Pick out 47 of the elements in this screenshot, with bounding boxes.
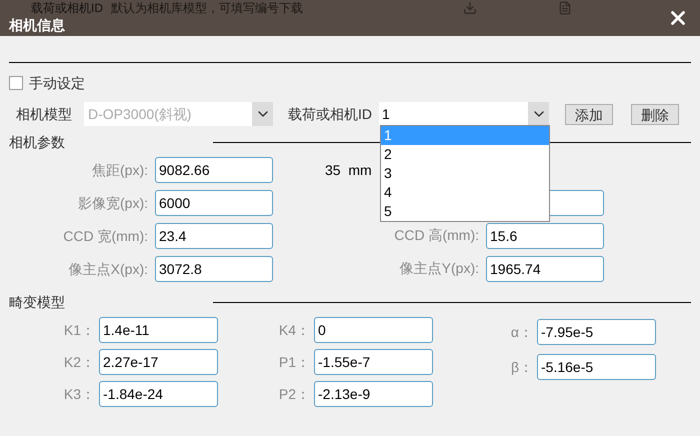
input-field[interactable]: 0 (314, 317, 433, 343)
field-label: 影像宽(px): (77, 194, 148, 213)
field-label: K1： (62, 320, 96, 340)
field-label: K3： (62, 384, 96, 404)
field-label: CCD 宽(mm): (62, 226, 148, 246)
input-field[interactable]: -1.84e-24 (99, 381, 218, 407)
section-title: 相机参数 (9, 132, 66, 152)
field-label: K4： (278, 320, 311, 340)
payload-select[interactable]: 1 (379, 102, 549, 126)
input-field[interactable]: 1965.74 (486, 256, 604, 282)
action-button[interactable]: 添加 (565, 104, 613, 124)
input-field[interactable]: -5.16e-5 (537, 354, 656, 380)
checkbox[interactable] (9, 76, 23, 90)
dropdown-option[interactable]: 4 (381, 183, 549, 202)
input-field[interactable]: -7.95e-5 (537, 319, 656, 345)
field-label: β： (510, 358, 534, 377)
input-field[interactable]: 15.6 (486, 223, 604, 249)
input-field[interactable]: 3072.8 (155, 256, 273, 282)
field-label: 载荷或相机ID (288, 104, 373, 124)
field-label: K2： (62, 352, 96, 372)
input-field[interactable]: 23.4 (155, 223, 273, 249)
input-field[interactable]: -2.13e-9 (314, 381, 433, 407)
background-label: 载荷或相机ID (31, 0, 103, 14)
section-title: 畸变模型 (9, 292, 66, 312)
dropdown-option[interactable]: 3 (381, 164, 549, 183)
input-field[interactable]: 9082.66 (155, 157, 273, 183)
input-field[interactable]: -1.55e-7 (314, 349, 433, 375)
field-label: P1： (278, 352, 311, 372)
download-icon (461, 0, 479, 14)
field-label: CCD 高(mm): (394, 227, 479, 243)
field-label: 像主点Y(px): (400, 260, 479, 276)
unit-text: 35 mm (325, 160, 372, 180)
action-button[interactable]: 删除 (631, 104, 679, 124)
input-field[interactable]: 6000 (155, 190, 273, 216)
field-label: 相机模型 (15, 104, 73, 124)
field-label: α： (510, 322, 534, 342)
field-label: P2： (278, 384, 311, 404)
field-label: 像主点X(px): (68, 260, 148, 279)
file-icon (557, 0, 573, 14)
window-title: 相机信息 (9, 17, 66, 33)
background-hint: 默认为相机库模型，可填写编号下载 (111, 0, 303, 14)
checkbox-label: 手动设定 (29, 74, 85, 92)
dropdown-option[interactable]: 2 (381, 145, 549, 164)
dropdown-option[interactable]: 5 (381, 202, 549, 221)
input-field[interactable]: 2.27e-17 (99, 349, 218, 375)
field-label: 焦距(px): (91, 160, 148, 180)
input-field[interactable]: 1.4e-11 (99, 317, 218, 343)
